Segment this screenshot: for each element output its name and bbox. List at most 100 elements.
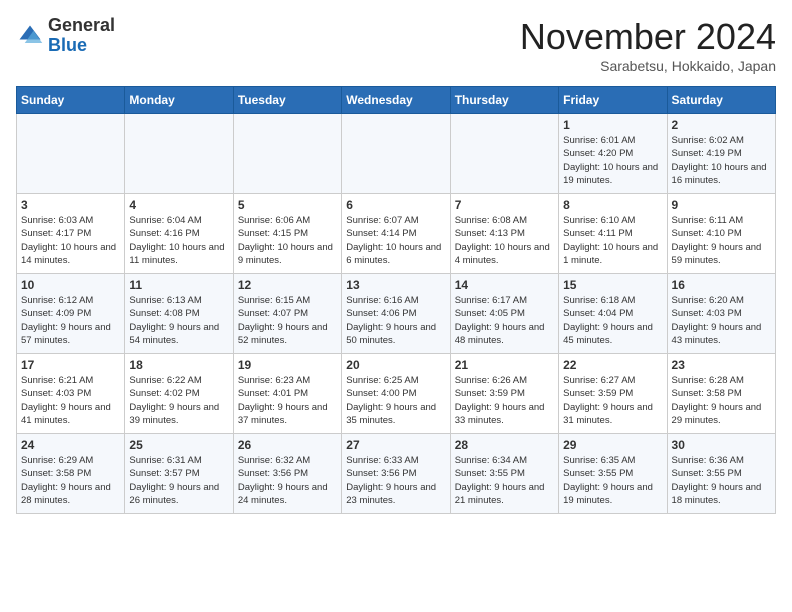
calendar-cell: 4 Sunrise: 6:04 AM Sunset: 4:16 PM Daylig… (125, 194, 233, 274)
day-number: 17 (21, 358, 120, 372)
calendar-cell: 29 Sunrise: 6:35 AM Sunset: 3:55 PM Dayli… (559, 434, 667, 514)
day-number: 27 (346, 438, 445, 452)
day-number: 28 (455, 438, 554, 452)
day-info: Sunrise: 6:07 AM Sunset: 4:14 PM Dayligh… (346, 214, 445, 267)
logo-text: General Blue (48, 16, 115, 56)
day-number: 13 (346, 278, 445, 292)
calendar-cell: 11 Sunrise: 6:13 AM Sunset: 4:08 PM Dayli… (125, 274, 233, 354)
day-number: 6 (346, 198, 445, 212)
day-info: Sunrise: 6:01 AM Sunset: 4:20 PM Dayligh… (563, 134, 662, 187)
day-info: Sunrise: 6:34 AM Sunset: 3:55 PM Dayligh… (455, 454, 554, 507)
day-info: Sunrise: 6:26 AM Sunset: 3:59 PM Dayligh… (455, 374, 554, 427)
day-info: Sunrise: 6:16 AM Sunset: 4:06 PM Dayligh… (346, 294, 445, 347)
day-number: 25 (129, 438, 228, 452)
day-info: Sunrise: 6:27 AM Sunset: 3:59 PM Dayligh… (563, 374, 662, 427)
header-wednesday: Wednesday (342, 87, 450, 114)
calendar-cell (233, 114, 341, 194)
header-row: SundayMondayTuesdayWednesdayThursdayFrid… (17, 87, 776, 114)
calendar-cell: 7Sunrise: 6:08 AM Sunset: 4:13 PM Daylig… (450, 194, 558, 274)
calendar-cell: 24Sunrise: 6:29 AM Sunset: 3:58 PM Dayli… (17, 434, 125, 514)
day-number: 20 (346, 358, 445, 372)
location: Sarabetsu, Hokkaido, Japan (520, 58, 776, 74)
day-number: 18 (129, 358, 228, 372)
day-info: Sunrise: 6:04 AM Sunset: 4:16 PM Dayligh… (129, 214, 228, 267)
day-number: 1 (563, 118, 662, 132)
day-number: 24 (21, 438, 120, 452)
day-number: 19 (238, 358, 337, 372)
day-number: 5 (238, 198, 337, 212)
day-info: Sunrise: 6:02 AM Sunset: 4:19 PM Dayligh… (672, 134, 771, 187)
calendar-table: SundayMondayTuesdayWednesdayThursdayFrid… (16, 86, 776, 514)
day-info: Sunrise: 6:23 AM Sunset: 4:01 PM Dayligh… (238, 374, 337, 427)
day-info: Sunrise: 6:32 AM Sunset: 3:56 PM Dayligh… (238, 454, 337, 507)
day-info: Sunrise: 6:35 AM Sunset: 3:55 PM Dayligh… (563, 454, 662, 507)
day-number: 29 (563, 438, 662, 452)
day-number: 22 (563, 358, 662, 372)
day-number: 9 (672, 198, 771, 212)
week-row-2: 3Sunrise: 6:03 AM Sunset: 4:17 PM Daylig… (17, 194, 776, 274)
calendar-cell: 19 Sunrise: 6:23 AM Sunset: 4:01 PM Dayli… (233, 354, 341, 434)
month-title: November 2024 (520, 16, 776, 58)
header-monday: Monday (125, 87, 233, 114)
calendar-cell: 5 Sunrise: 6:06 AM Sunset: 4:15 PM Daylig… (233, 194, 341, 274)
calendar-cell: 3Sunrise: 6:03 AM Sunset: 4:17 PM Daylig… (17, 194, 125, 274)
day-info: Sunrise: 6:25 AM Sunset: 4:00 PM Dayligh… (346, 374, 445, 427)
calendar-cell (17, 114, 125, 194)
calendar-cell: 26 Sunrise: 6:32 AM Sunset: 3:56 PM Dayli… (233, 434, 341, 514)
header-saturday: Saturday (667, 87, 775, 114)
day-info: Sunrise: 6:20 AM Sunset: 4:03 PM Dayligh… (672, 294, 771, 347)
calendar-cell: 21Sunrise: 6:26 AM Sunset: 3:59 PM Dayli… (450, 354, 558, 434)
calendar-cell: 23Sunrise: 6:28 AM Sunset: 3:58 PM Dayli… (667, 354, 775, 434)
day-number: 4 (129, 198, 228, 212)
calendar-cell: 22 Sunrise: 6:27 AM Sunset: 3:59 PM Dayli… (559, 354, 667, 434)
calendar-cell: 1 Sunrise: 6:01 AM Sunset: 4:20 PM Daylig… (559, 114, 667, 194)
calendar-cell: 28 Sunrise: 6:34 AM Sunset: 3:55 PM Dayli… (450, 434, 558, 514)
day-info: Sunrise: 6:12 AM Sunset: 4:09 PM Dayligh… (21, 294, 120, 347)
day-info: Sunrise: 6:21 AM Sunset: 4:03 PM Dayligh… (21, 374, 120, 427)
day-number: 11 (129, 278, 228, 292)
day-number: 26 (238, 438, 337, 452)
week-row-3: 10Sunrise: 6:12 AM Sunset: 4:09 PM Dayli… (17, 274, 776, 354)
day-info: Sunrise: 6:06 AM Sunset: 4:15 PM Dayligh… (238, 214, 337, 267)
day-number: 2 (672, 118, 771, 132)
day-info: Sunrise: 6:31 AM Sunset: 3:57 PM Dayligh… (129, 454, 228, 507)
calendar-cell: 13 Sunrise: 6:16 AM Sunset: 4:06 PM Dayli… (342, 274, 450, 354)
day-number: 14 (455, 278, 554, 292)
header-sunday: Sunday (17, 87, 125, 114)
day-info: Sunrise: 6:33 AM Sunset: 3:56 PM Dayligh… (346, 454, 445, 507)
calendar-cell: 20 Sunrise: 6:25 AM Sunset: 4:00 PM Dayli… (342, 354, 450, 434)
day-info: Sunrise: 6:13 AM Sunset: 4:08 PM Dayligh… (129, 294, 228, 347)
week-row-1: 1 Sunrise: 6:01 AM Sunset: 4:20 PM Daylig… (17, 114, 776, 194)
day-info: Sunrise: 6:10 AM Sunset: 4:11 PM Dayligh… (563, 214, 662, 267)
title-block: November 2024 Sarabetsu, Hokkaido, Japan (520, 16, 776, 74)
calendar-cell: 15Sunrise: 6:18 AM Sunset: 4:04 PM Dayli… (559, 274, 667, 354)
calendar-cell: 17 Sunrise: 6:21 AM Sunset: 4:03 PM Dayli… (17, 354, 125, 434)
calendar-cell: 16 Sunrise: 6:20 AM Sunset: 4:03 PM Dayli… (667, 274, 775, 354)
header-tuesday: Tuesday (233, 87, 341, 114)
day-info: Sunrise: 6:03 AM Sunset: 4:17 PM Dayligh… (21, 214, 120, 267)
day-number: 8 (563, 198, 662, 212)
calendar-cell: 30 Sunrise: 6:36 AM Sunset: 3:55 PM Dayli… (667, 434, 775, 514)
day-number: 7 (455, 198, 554, 212)
logo: General Blue (16, 16, 115, 56)
calendar-cell: 10Sunrise: 6:12 AM Sunset: 4:09 PM Dayli… (17, 274, 125, 354)
calendar-cell (450, 114, 558, 194)
calendar-cell: 9Sunrise: 6:11 AM Sunset: 4:10 PM Daylig… (667, 194, 775, 274)
day-info: Sunrise: 6:36 AM Sunset: 3:55 PM Dayligh… (672, 454, 771, 507)
calendar-cell: 27 Sunrise: 6:33 AM Sunset: 3:56 PM Dayli… (342, 434, 450, 514)
logo-icon (16, 22, 44, 50)
day-info: Sunrise: 6:18 AM Sunset: 4:04 PM Dayligh… (563, 294, 662, 347)
calendar-cell (342, 114, 450, 194)
page-header: General Blue November 2024 Sarabetsu, Ho… (16, 16, 776, 74)
calendar-cell: 18 Sunrise: 6:22 AM Sunset: 4:02 PM Dayli… (125, 354, 233, 434)
day-number: 16 (672, 278, 771, 292)
day-number: 23 (672, 358, 771, 372)
header-friday: Friday (559, 87, 667, 114)
calendar-cell (125, 114, 233, 194)
calendar-cell: 12Sunrise: 6:15 AM Sunset: 4:07 PM Dayli… (233, 274, 341, 354)
calendar-cell: 25 Sunrise: 6:31 AM Sunset: 3:57 PM Dayli… (125, 434, 233, 514)
day-info: Sunrise: 6:17 AM Sunset: 4:05 PM Dayligh… (455, 294, 554, 347)
day-info: Sunrise: 6:22 AM Sunset: 4:02 PM Dayligh… (129, 374, 228, 427)
day-info: Sunrise: 6:15 AM Sunset: 4:07 PM Dayligh… (238, 294, 337, 347)
day-number: 30 (672, 438, 771, 452)
